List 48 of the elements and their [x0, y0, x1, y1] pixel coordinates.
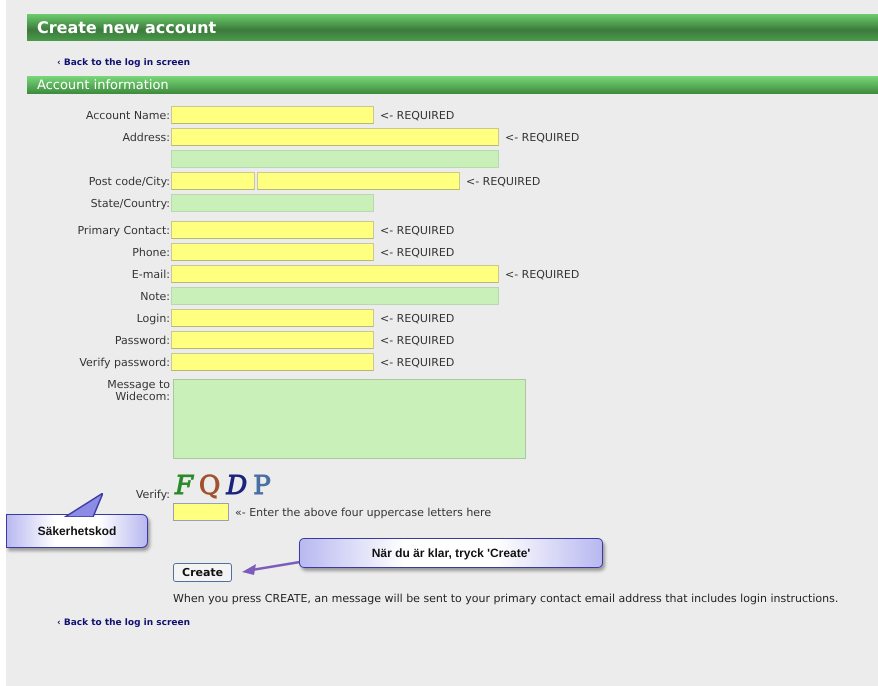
field-label: Primary Contact:: [77, 224, 170, 236]
input-field[interactable]: [171, 243, 374, 261]
arrow-icon: [240, 558, 302, 578]
field-label: Phone:: [132, 246, 170, 258]
required-note: <- REQUIRED: [380, 224, 454, 236]
input-field[interactable]: [171, 106, 374, 124]
field-label: Verify password:: [79, 356, 170, 368]
required-note: <- REQUIRED: [505, 268, 580, 280]
back-link[interactable]: ‹ Back to the log in screen: [57, 58, 190, 68]
required-note: <- REQUIRED: [466, 174, 540, 188]
field-label: Address:: [122, 130, 170, 144]
input-field[interactable]: [171, 221, 374, 239]
required-note: <- REQUIRED: [380, 312, 454, 324]
callout-text: När du är klar, tryck 'Create': [372, 546, 530, 560]
field-label: Message to Widecom:: [107, 379, 170, 403]
required-note: <- REQUIRED: [380, 108, 454, 122]
input-field[interactable]: [171, 287, 499, 305]
page-title: Create new account: [37, 18, 216, 37]
field-label: Account Name:: [86, 108, 170, 122]
captcha-image: F Q D P: [175, 471, 271, 501]
create-button[interactable]: Create: [173, 562, 232, 582]
field-label: Login:: [136, 312, 170, 324]
field-label: Note:: [140, 290, 170, 302]
back-link[interactable]: ‹ Back to the log in screen: [57, 618, 190, 628]
field-label: Password:: [114, 334, 170, 346]
field-label: Post code/City:: [88, 174, 170, 188]
input-field[interactable]: [171, 150, 499, 168]
input-field[interactable]: [171, 128, 499, 146]
input-field[interactable]: [171, 309, 374, 327]
required-note: <- REQUIRED: [380, 334, 454, 346]
input-field[interactable]: [171, 265, 499, 283]
input-field[interactable]: [171, 353, 374, 371]
input-field[interactable]: [171, 172, 255, 190]
required-note: <- REQUIRED: [505, 130, 580, 144]
callout-text: Säkerhetskod: [38, 524, 116, 538]
captcha-field[interactable]: [173, 503, 229, 521]
field-label: E-mail:: [132, 268, 170, 280]
required-note: <- REQUIRED: [380, 246, 454, 258]
input-field[interactable]: [171, 194, 374, 212]
required-note: <- REQUIRED: [380, 356, 454, 368]
field-label: Verify:: [136, 488, 170, 501]
section-title: Account information: [37, 78, 169, 92]
info-text: When you press CREATE, an message will be sent to your primary contact email address that includes login instructions.: [173, 593, 840, 605]
message-field[interactable]: [173, 379, 526, 459]
captcha-hint: «- Enter the above four uppercase letters here: [235, 506, 492, 518]
input-field[interactable]: [171, 331, 374, 349]
input-field[interactable]: [257, 172, 460, 190]
field-label: State/Country:: [90, 196, 170, 210]
